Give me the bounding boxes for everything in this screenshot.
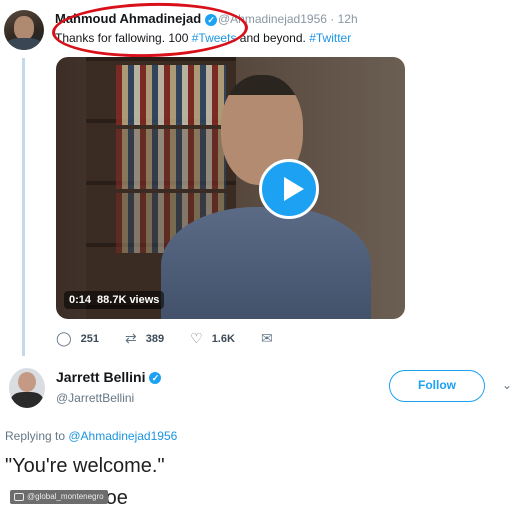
retweet-icon: ⇄: [125, 330, 137, 346]
reply-button[interactable]: ◯ 251: [56, 330, 99, 347]
reply-target-link[interactable]: @Ahmadinejad1956: [68, 429, 177, 443]
video-player[interactable]: 0:14 88.7K views: [56, 57, 405, 319]
play-icon[interactable]: [259, 159, 319, 219]
avatar[interactable]: [4, 10, 44, 50]
retweet-button[interactable]: ⇄ 389: [125, 330, 164, 347]
hashtag-link[interactable]: #Twitter: [309, 31, 351, 45]
chevron-down-icon[interactable]: ⌄: [502, 378, 512, 392]
camera-icon: [14, 492, 24, 501]
reply-icon: ◯: [56, 330, 72, 346]
like-button[interactable]: ♡ 1.6K: [190, 330, 235, 347]
replying-to: Replying to @Ahmadinejad1956: [5, 429, 178, 443]
tweet-actions: ◯ 251 ⇄ 389 ♡ 1.6K ✉: [56, 330, 308, 347]
verified-badge-icon: ✓: [149, 372, 162, 385]
envelope-icon: ✉: [260, 330, 273, 346]
video-views: 88.7K views: [97, 294, 160, 306]
watermark: @global_montenegro: [10, 490, 108, 504]
thread-line: [22, 58, 25, 356]
heart-icon: ♡: [190, 330, 203, 346]
author-name[interactable]: Jarrett Bellini ✓: [56, 369, 162, 385]
author-handle[interactable]: @JarrettBellini: [56, 391, 134, 405]
follow-button[interactable]: Follow: [389, 370, 485, 402]
reply-text-line1: "You're welcome.": [5, 455, 165, 477]
speaker-body: [161, 207, 371, 319]
avatar[interactable]: [9, 368, 45, 408]
video-duration: 0:14: [69, 294, 92, 306]
video-stats: 0:14 88.7K views: [64, 291, 165, 309]
message-button[interactable]: ✉: [261, 330, 282, 347]
red-circle-annotation: [51, 0, 249, 60]
